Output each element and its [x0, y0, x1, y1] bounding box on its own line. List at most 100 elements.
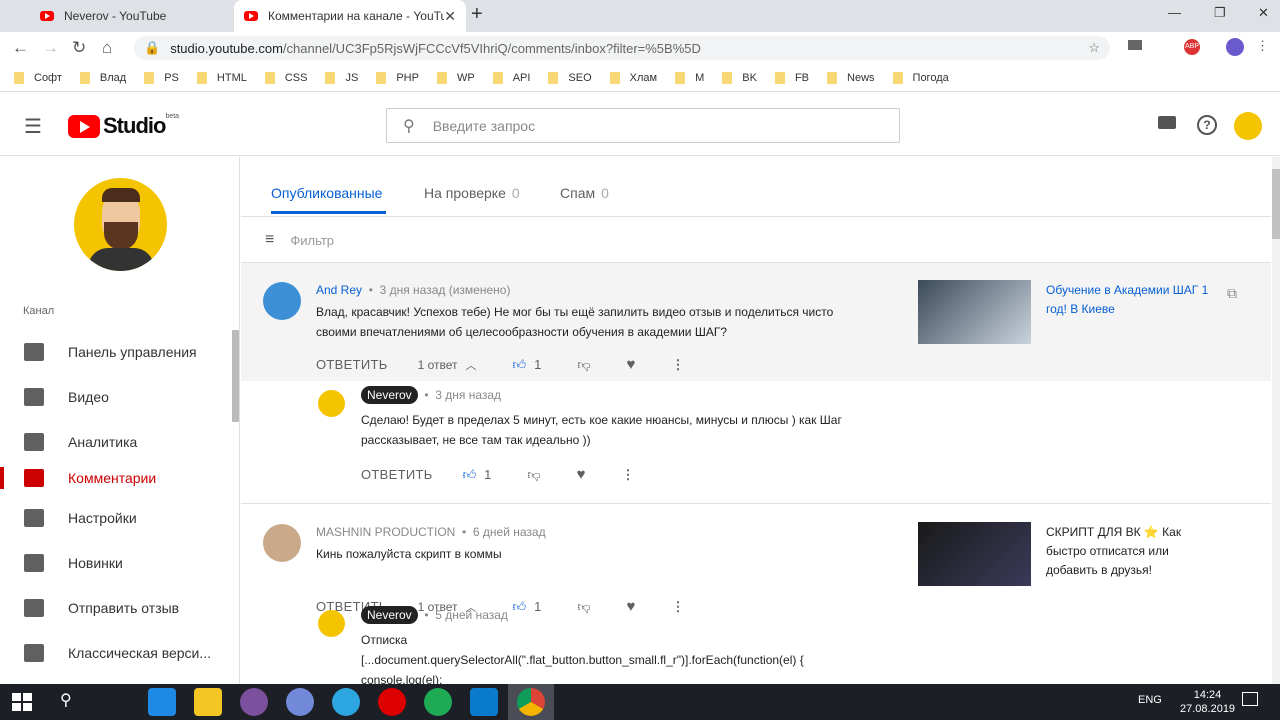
close-window-icon[interactable]: ✕	[1258, 5, 1269, 21]
sidebar-item[interactable]: Отправить отзыв	[0, 588, 232, 628]
back-icon[interactable]: ←	[12, 38, 29, 58]
search-icon[interactable]: ⚲	[60, 690, 72, 710]
reply-avatar[interactable]	[318, 610, 345, 637]
star-icon[interactable]: ☆	[1088, 40, 1100, 56]
vscode-icon[interactable]	[470, 688, 498, 716]
video-title[interactable]: Обучение в Академии ШАГ 1 год! В Киеве	[1046, 281, 1216, 319]
minimize-icon[interactable]: —	[1168, 5, 1181, 20]
browser-tab[interactable]: Neverov - YouTube✕	[30, 0, 262, 32]
browser-tab-active[interactable]: Комментарии на канале - YouTube ✕	[234, 0, 466, 32]
hamburger-menu-icon[interactable]: ☰	[24, 114, 42, 139]
video-title[interactable]: СКРИПТ ДЛЯ ВК ⭐ Как быстро отписатся или…	[1046, 523, 1216, 580]
chrome-taskbar-button[interactable]	[508, 684, 554, 720]
mail-icon[interactable]	[1128, 40, 1142, 50]
start-icon[interactable]	[12, 693, 32, 711]
dislike-icon[interactable]: 👎︎	[577, 599, 590, 615]
app-s-icon[interactable]	[424, 688, 452, 716]
dislike-icon[interactable]: 👎︎	[577, 357, 590, 373]
video-thumbnail[interactable]	[918, 522, 1031, 586]
clock[interactable]: 14:24 27.08.2019	[1180, 688, 1235, 716]
like-icon[interactable]: 👍︎	[513, 357, 527, 373]
reload-icon[interactable]: ↻	[72, 38, 86, 58]
close-tab-icon[interactable]: ✕	[444, 8, 456, 25]
bookmark[interactable]: SEO	[548, 71, 592, 84]
telegram-icon[interactable]	[332, 688, 360, 716]
more-icon[interactable]: ⋮	[671, 357, 684, 373]
page-scrollbar[interactable]	[1272, 157, 1280, 684]
reply-avatar[interactable]	[318, 390, 345, 417]
heart-icon[interactable]: ♥	[627, 356, 636, 373]
sidebar-item[interactable]: Настройки	[0, 498, 232, 538]
maximize-icon[interactable]: ❐	[1214, 5, 1226, 21]
home-icon[interactable]: ⌂	[102, 38, 112, 58]
create-video-icon[interactable]	[1158, 116, 1176, 129]
replies-toggle[interactable]: 1 ответ	[418, 358, 458, 372]
bookmark[interactable]: M	[675, 71, 704, 84]
more-icon[interactable]: ⋮	[622, 467, 635, 483]
bookmark[interactable]: Хлам	[609, 71, 657, 84]
dislike-icon[interactable]: 👎︎	[527, 467, 540, 483]
channel-avatar[interactable]	[74, 178, 167, 271]
heart-icon[interactable]: ♥	[577, 466, 586, 483]
bookmark[interactable]: JS	[325, 71, 358, 84]
sidebar: Канал Панель управления Видео Аналитика Ком…	[0, 157, 240, 684]
comment-author[interactable]: MASHNIN PRODUCTION	[316, 525, 455, 539]
tab-published[interactable]: Опубликованные	[271, 185, 386, 214]
bookmark[interactable]: WP	[436, 71, 475, 84]
commenter-avatar[interactable]	[263, 524, 301, 562]
studio-logo[interactable]: Studio beta	[68, 113, 179, 139]
sidebar-item[interactable]: Комментарии	[0, 467, 232, 489]
commenter-avatar[interactable]	[263, 282, 301, 320]
edge-icon[interactable]	[148, 688, 176, 716]
recorder-icon[interactable]	[378, 688, 406, 716]
menu-icon[interactable]: ⋮	[1256, 38, 1269, 54]
filter-bar[interactable]: ≡ Фильтр	[241, 218, 1271, 263]
search-input[interactable]: ⚲ Введите запрос	[386, 108, 900, 143]
bookmark[interactable]: CSS	[264, 71, 307, 84]
notifications-icon[interactable]	[1242, 692, 1258, 706]
reply-button[interactable]: ОТВЕТИТЬ	[361, 467, 433, 482]
tab-count: 0	[601, 185, 609, 201]
new-tab-icon[interactable]: +	[471, 3, 483, 26]
viber-icon[interactable]	[240, 688, 268, 716]
account-avatar[interactable]	[1234, 112, 1262, 140]
bookmark[interactable]: PS	[144, 71, 179, 84]
sidebar-item[interactable]: Классическая верси...	[0, 633, 232, 673]
bookmark[interactable]: FB	[774, 71, 809, 84]
bookmark[interactable]: Погода	[892, 71, 949, 84]
explorer-icon[interactable]	[194, 688, 222, 716]
heart-icon[interactable]: ♥	[627, 598, 636, 615]
bookmark[interactable]: API	[492, 71, 530, 84]
like-icon[interactable]: 👍︎	[463, 467, 477, 483]
bookmark[interactable]: HTML	[196, 71, 247, 84]
bookmark[interactable]: News	[827, 71, 875, 84]
reply-button[interactable]: ОТВЕТИТЬ	[316, 357, 388, 372]
url-field[interactable]: 🔒 studio.youtube.com/channel/UC3Fp5RjsWjF…	[134, 36, 1110, 60]
owner-badge[interactable]: Neverov	[361, 386, 418, 404]
tab-review[interactable]: На проверке 0	[424, 185, 520, 201]
sidebar-item[interactable]: Новинки	[0, 543, 232, 583]
folder-icon	[892, 71, 903, 84]
owner-badge[interactable]: Neverov	[361, 606, 418, 624]
sidebar-scrollbar[interactable]	[232, 330, 239, 422]
language-indicator[interactable]: ENG	[1138, 694, 1162, 706]
bookmark[interactable]: Софт	[14, 71, 62, 84]
video-thumbnail[interactable]	[918, 280, 1031, 344]
discord-icon[interactable]	[286, 688, 314, 716]
bookmark[interactable]: Влад	[79, 71, 126, 84]
adblock-icon[interactable]: ABP	[1184, 39, 1200, 55]
bookmark[interactable]: BK	[722, 71, 757, 84]
help-icon[interactable]: ?	[1197, 115, 1217, 135]
sidebar-item[interactable]: Панель управления	[0, 332, 232, 372]
comment-author[interactable]: And Rey	[316, 283, 362, 297]
profile-icon[interactable]	[1226, 38, 1244, 56]
sidebar-item[interactable]: Аналитика	[0, 422, 232, 462]
forward-icon[interactable]: →	[42, 38, 59, 58]
chevron-up-icon[interactable]: ︿	[466, 357, 477, 373]
tab-spam[interactable]: Спам 0	[560, 185, 609, 201]
sidebar-item[interactable]: Видео	[0, 377, 232, 417]
like-icon[interactable]: 👍︎	[513, 599, 527, 615]
more-icon[interactable]: ⋮	[671, 599, 684, 615]
bookmark[interactable]: PHP	[376, 71, 419, 84]
open-external-icon[interactable]: ⧉	[1227, 285, 1237, 302]
